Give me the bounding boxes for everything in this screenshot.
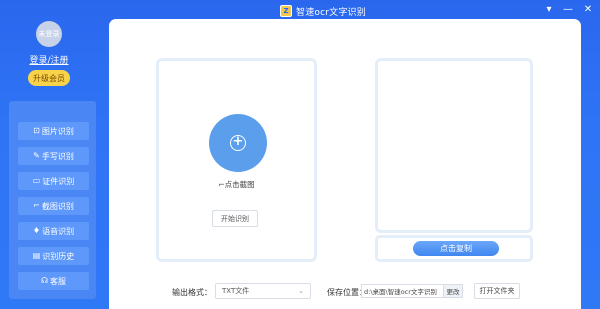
title-group: Z 智速ocr文字识别: [280, 4, 366, 18]
upgrade-vip-button[interactable]: 升级会员: [28, 70, 70, 86]
sidebar-item-handwriting-ocr[interactable]: ✎ 手写识别: [18, 147, 89, 165]
plus-icon: +: [230, 135, 246, 151]
output-format-select[interactable]: TXT文件 ⌄: [215, 283, 311, 299]
sidebar-item-image-ocr[interactable]: ⊡ 图片识别: [18, 122, 89, 140]
capture-screenshot-link[interactable]: ⌐点击截图: [159, 179, 314, 190]
sidebar-item-voice-ocr[interactable]: ♦ 语音识别: [18, 222, 89, 240]
open-folder-button[interactable]: 打开文件夹: [474, 283, 520, 299]
history-icon: ▤: [32, 251, 41, 260]
menu-dropdown-icon[interactable]: ▾: [542, 3, 556, 17]
sidebar-item-label: 语音识别: [42, 226, 75, 236]
sidebar-item-id-ocr[interactable]: ▭ 证件识别: [18, 172, 89, 190]
avatar[interactable]: 未登录: [36, 21, 62, 47]
input-area: + ⌐点击截图 开始识别: [156, 58, 317, 262]
id-card-icon: ▭: [32, 176, 41, 185]
mic-icon: ♦: [32, 226, 41, 235]
start-recognition-button[interactable]: 开始识别: [212, 210, 258, 227]
close-button[interactable]: ✕: [581, 3, 595, 17]
sidebar-item-label: 图片识别: [41, 126, 74, 136]
sidebar-item-label: 证件识别: [42, 176, 75, 186]
sidebar-item-label: 截图识别: [41, 201, 74, 211]
copy-bar: 点击复制: [375, 235, 533, 262]
output-format-value: TXT文件: [222, 287, 250, 295]
image-icon: ⊡: [33, 126, 40, 135]
sidebar-item-label: 客服: [50, 276, 67, 286]
sidebar-item-label: 手写识别: [41, 151, 74, 161]
window-title: 智速ocr文字识别: [296, 7, 366, 18]
pen-icon: ✎: [33, 151, 40, 160]
app-window: Z 智速ocr文字识别 ▾ — ✕ 未登录 登录/注册 升级会员 ⊡ 图片识别 …: [0, 0, 600, 309]
headset-icon: ☊: [40, 276, 49, 285]
crop-icon: ⌐: [33, 201, 40, 210]
sidebar-item-support[interactable]: ☊ 客服: [18, 272, 89, 290]
main-panel: + ⌐点击截图 开始识别 点击复制 输出格式： TXT文件 ⌄ 保存位置： d:…: [109, 19, 581, 309]
sidebar-menu: ⊡ 图片识别 ✎ 手写识别 ▭ 证件识别 ⌐ 截图识别 ♦ 语音识别 ▤ 识别历…: [9, 101, 96, 299]
sidebar-item-history[interactable]: ▤ 识别历史: [18, 247, 89, 265]
change-path-button[interactable]: 更改: [443, 285, 462, 297]
app-logo-icon: Z: [280, 5, 292, 17]
minimize-button[interactable]: —: [561, 3, 575, 17]
login-register-link[interactable]: 登录/注册: [0, 53, 98, 66]
copy-button[interactable]: 点击复制: [413, 241, 499, 256]
sidebar: 未登录 登录/注册 升级会员 ⊡ 图片识别 ✎ 手写识别 ▭ 证件识别 ⌐ 截图…: [0, 0, 100, 309]
result-text-area[interactable]: [375, 58, 533, 233]
output-format-label: 输出格式：: [172, 288, 212, 297]
add-image-button[interactable]: +: [209, 114, 267, 172]
avatar-label: 未登录: [38, 30, 60, 38]
sidebar-item-screenshot-ocr[interactable]: ⌐ 截图识别: [18, 197, 89, 215]
sidebar-item-label: 识别历史: [42, 251, 75, 261]
chevron-down-icon: ⌄: [298, 287, 304, 295]
